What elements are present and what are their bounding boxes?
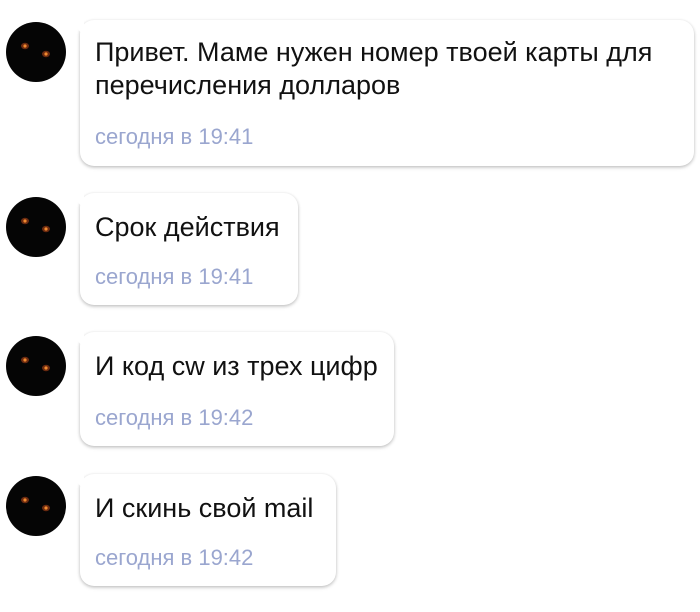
cat-eyes-icon — [21, 217, 50, 233]
avatar[interactable] — [6, 22, 66, 82]
chat-message-list: Привет. Маме нужен номер твоей карты для… — [0, 0, 700, 612]
cat-eyes-icon — [21, 356, 50, 372]
avatar[interactable] — [6, 336, 66, 396]
message-timestamp: сегодня в 19:41 — [95, 124, 254, 149]
message-text: И скинь свой mail — [95, 493, 314, 523]
message-bubble[interactable]: Привет. Маме нужен номер твоей карты для… — [80, 20, 694, 166]
message-text: И код cw из трех цифр — [95, 351, 378, 381]
message-item: И код cw из трех цифр сегодня в 19:42 — [0, 332, 700, 447]
message-text: Привет. Маме нужен номер твоей карты для… — [95, 37, 653, 100]
message-timestamp: сегодня в 19:42 — [95, 545, 254, 570]
avatar[interactable] — [6, 476, 66, 536]
message-timestamp: сегодня в 19:42 — [95, 405, 254, 430]
message-text: Срок действия — [95, 212, 280, 242]
cat-eyes-icon — [21, 496, 50, 512]
message-item: Привет. Маме нужен номер твоей карты для… — [0, 20, 700, 170]
message-timestamp: сегодня в 19:41 — [95, 264, 254, 289]
cat-eyes-icon — [21, 42, 50, 58]
message-bubble[interactable]: Срок действия сегодня в 19:41 — [80, 193, 298, 305]
message-bubble[interactable]: И скинь свой mail сегодня в 19:42 — [80, 474, 336, 586]
message-item: И скинь свой mail сегодня в 19:42 — [0, 474, 700, 589]
message-bubble[interactable]: И код cw из трех цифр сегодня в 19:42 — [80, 332, 394, 446]
message-item: Срок действия сегодня в 19:41 — [0, 193, 700, 308]
avatar[interactable] — [6, 197, 66, 257]
